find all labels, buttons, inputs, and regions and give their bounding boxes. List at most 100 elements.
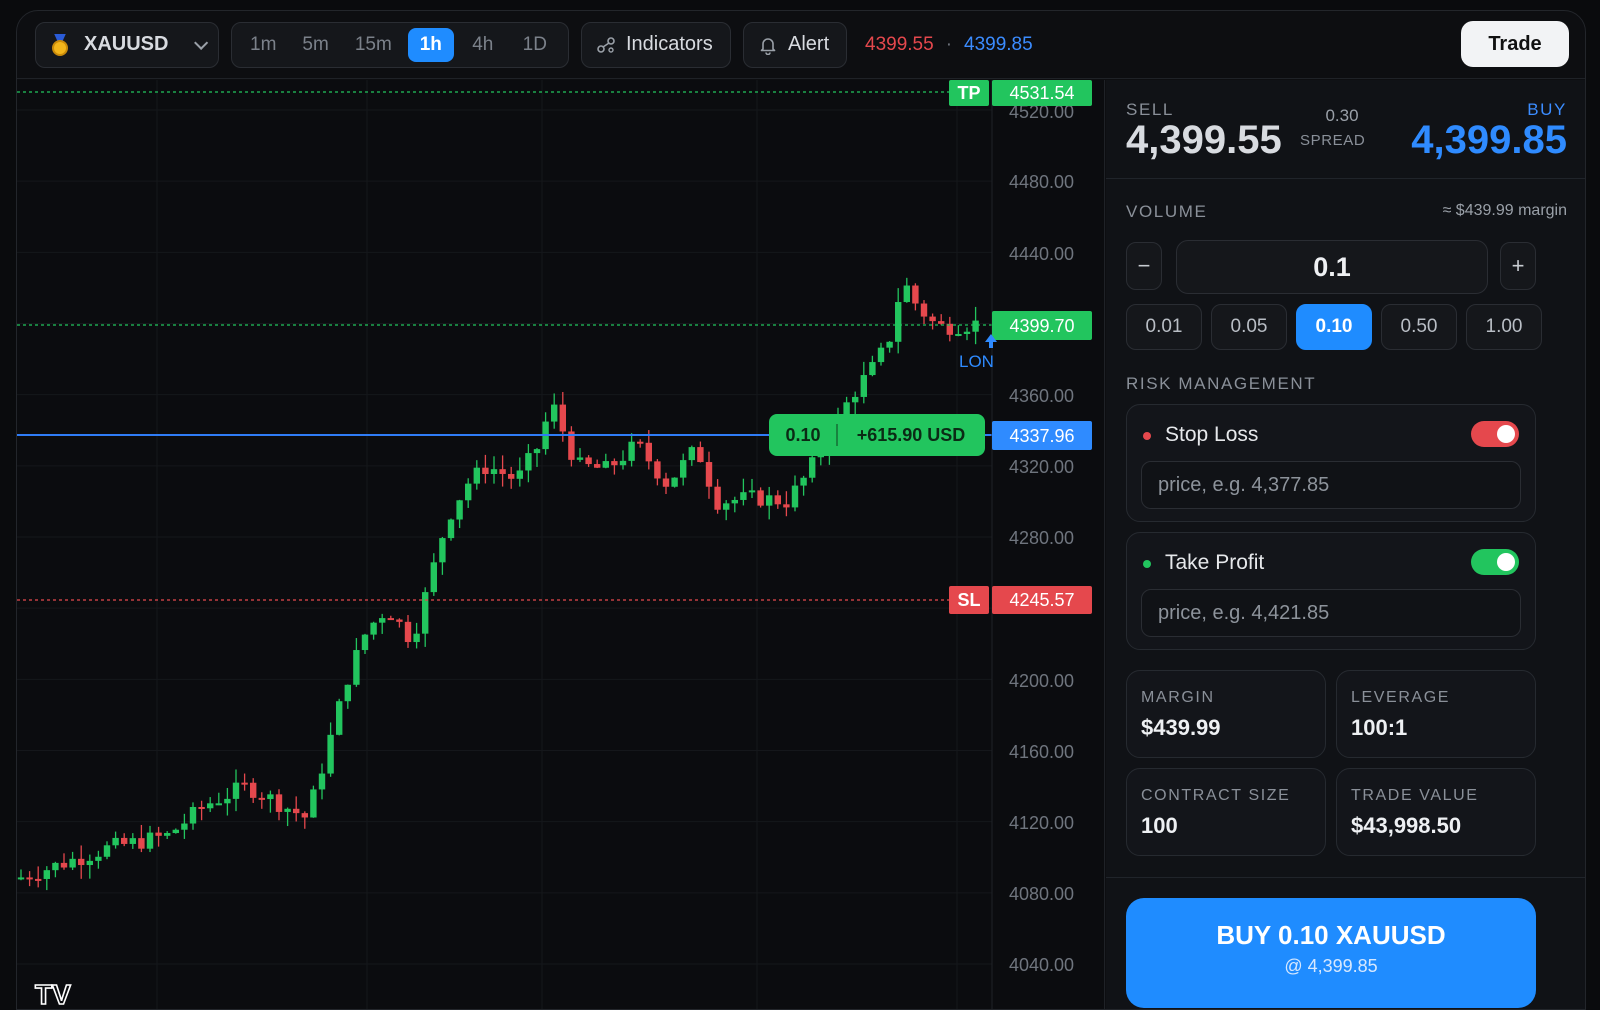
- candle-body: [697, 447, 704, 463]
- candle-body: [774, 495, 781, 505]
- candle-body: [439, 538, 446, 563]
- stop-loss-toggle[interactable]: [1471, 421, 1519, 447]
- volume-preset-0.10[interactable]: 0.10: [1296, 304, 1372, 350]
- candle-body: [284, 808, 291, 812]
- candle-body: [886, 341, 893, 348]
- candle-body: [275, 794, 283, 812]
- tradingview-logo-icon: TV: [35, 979, 71, 1010]
- timeframe-5m[interactable]: 5m: [292, 28, 338, 62]
- candle-body: [78, 858, 85, 866]
- candle-body: [576, 457, 584, 460]
- timeframe-4h[interactable]: 4h: [460, 28, 506, 62]
- indicators-label: Indicators: [626, 33, 713, 55]
- candle-body: [611, 461, 618, 466]
- sl-price-label: 4245.57: [1009, 590, 1074, 610]
- take-profit-toggle[interactable]: [1471, 549, 1519, 575]
- position-volume: 0.10: [785, 425, 820, 445]
- candle-body: [516, 470, 523, 479]
- candle-body: [671, 477, 678, 487]
- candle-body: [619, 460, 627, 466]
- candle-body: [35, 878, 42, 881]
- candle-body: [336, 701, 343, 735]
- bell-icon: [758, 35, 778, 55]
- margin-stat: MARGIN $439.99: [1126, 670, 1326, 758]
- candle-body: [800, 477, 807, 486]
- candle-body: [723, 503, 730, 510]
- volume-input[interactable]: 0.1: [1176, 240, 1488, 294]
- candle-body: [766, 495, 773, 506]
- volume-header: VOLUME ≈ $439.99 margin: [1126, 202, 1567, 222]
- price-axis-label: 4480.00: [1009, 172, 1074, 192]
- sell-price[interactable]: 4,399.55: [1126, 118, 1282, 163]
- candle-body: [731, 499, 738, 504]
- timeframe-15m[interactable]: 15m: [345, 28, 402, 62]
- volume-preset-1.00[interactable]: 1.00: [1466, 304, 1542, 350]
- price-axis-label: 4080.00: [1009, 884, 1074, 904]
- sell-label: SELL: [1126, 100, 1174, 119]
- candle-body: [938, 321, 945, 324]
- candle-body: [508, 473, 515, 479]
- candle-body: [250, 782, 257, 798]
- timeframe-selector: 1m 5m 15m 1h 4h 1D: [231, 21, 569, 68]
- buy-order-label: BUY 0.10 XAUUSD: [1216, 920, 1446, 950]
- candle-body: [138, 838, 145, 849]
- candle-body: [705, 462, 713, 487]
- timeframe-1m[interactable]: 1m: [240, 28, 286, 62]
- candle-body: [877, 347, 885, 363]
- header-buy-quote: 4399.85: [964, 33, 1033, 55]
- take-profit-title: Take Profit: [1165, 551, 1265, 574]
- buy-label: BUY: [1527, 100, 1567, 119]
- volume-presets: 0.01 0.05 0.10 0.50 1.00: [1126, 304, 1542, 350]
- buy-order-button[interactable]: BUY 0.10 XAUUSD @ 4,399.85: [1126, 898, 1536, 1008]
- candle-body: [628, 441, 635, 461]
- candle-body: [551, 404, 558, 422]
- candle-body: [585, 457, 592, 465]
- timeframe-1d[interactable]: 1D: [512, 28, 558, 62]
- candle-body: [207, 803, 214, 809]
- candle-body: [422, 592, 429, 634]
- leverage-stat-value: 100:1: [1351, 715, 1408, 740]
- price-axis-label: 4160.00: [1009, 742, 1074, 762]
- stop-loss-input[interactable]: price, e.g. 4,377.85: [1141, 461, 1521, 509]
- candle-body: [52, 862, 59, 871]
- price-axis-label: 4120.00: [1009, 813, 1074, 833]
- candle-body: [181, 823, 188, 830]
- candle-body: [740, 492, 747, 500]
- candle-body: [662, 478, 670, 487]
- price-axis-label: 4200.00: [1009, 671, 1074, 691]
- symbol-selector[interactable]: XAUUSD: [35, 21, 219, 68]
- candle-body: [499, 469, 506, 474]
- candle-body: [680, 460, 687, 478]
- take-profit-input[interactable]: price, e.g. 4,421.85: [1141, 589, 1521, 637]
- volume-margin-hint: ≈ $439.99 margin: [1442, 202, 1567, 219]
- trade-button[interactable]: Trade: [1461, 21, 1569, 67]
- candle-body: [972, 320, 979, 332]
- candle-body: [301, 813, 308, 818]
- candle-body: [490, 469, 498, 475]
- buy-price[interactable]: 4,399.85: [1411, 118, 1567, 163]
- chart-canvas[interactable]: 4520.00 4480.00 4440.00 4360.00 4320.00 …: [17, 80, 1105, 1010]
- stop-loss-card: Stop Loss price, e.g. 4,377.85: [1126, 404, 1536, 522]
- candle-body: [103, 845, 111, 857]
- candle-body: [594, 464, 601, 468]
- price-chart[interactable]: 4520.00 4480.00 4440.00 4360.00 4320.00 …: [17, 80, 1105, 1010]
- candle-body: [26, 877, 33, 880]
- volume-preset-0.01[interactable]: 0.01: [1126, 304, 1202, 350]
- volume-increase-button[interactable]: +: [1500, 242, 1536, 290]
- volume-preset-0.05[interactable]: 0.05: [1211, 304, 1287, 350]
- indicators-button[interactable]: Indicators: [581, 21, 731, 68]
- candle-body: [430, 562, 437, 593]
- alert-button[interactable]: Alert: [743, 21, 847, 68]
- timeframe-1h[interactable]: 1h: [407, 27, 454, 62]
- tp-price-label: 4531.54: [1009, 83, 1074, 103]
- current-price-label: 4399.70: [1009, 316, 1074, 336]
- volume-preset-0.50[interactable]: 0.50: [1381, 304, 1457, 350]
- candle-body: [852, 396, 859, 403]
- candle-body: [69, 858, 76, 868]
- candle-body: [318, 773, 326, 790]
- candle-body: [482, 467, 489, 475]
- volume-decrease-button[interactable]: −: [1126, 242, 1162, 290]
- candle-body: [172, 829, 179, 834]
- candle-body: [370, 622, 377, 635]
- alert-label: Alert: [788, 33, 830, 55]
